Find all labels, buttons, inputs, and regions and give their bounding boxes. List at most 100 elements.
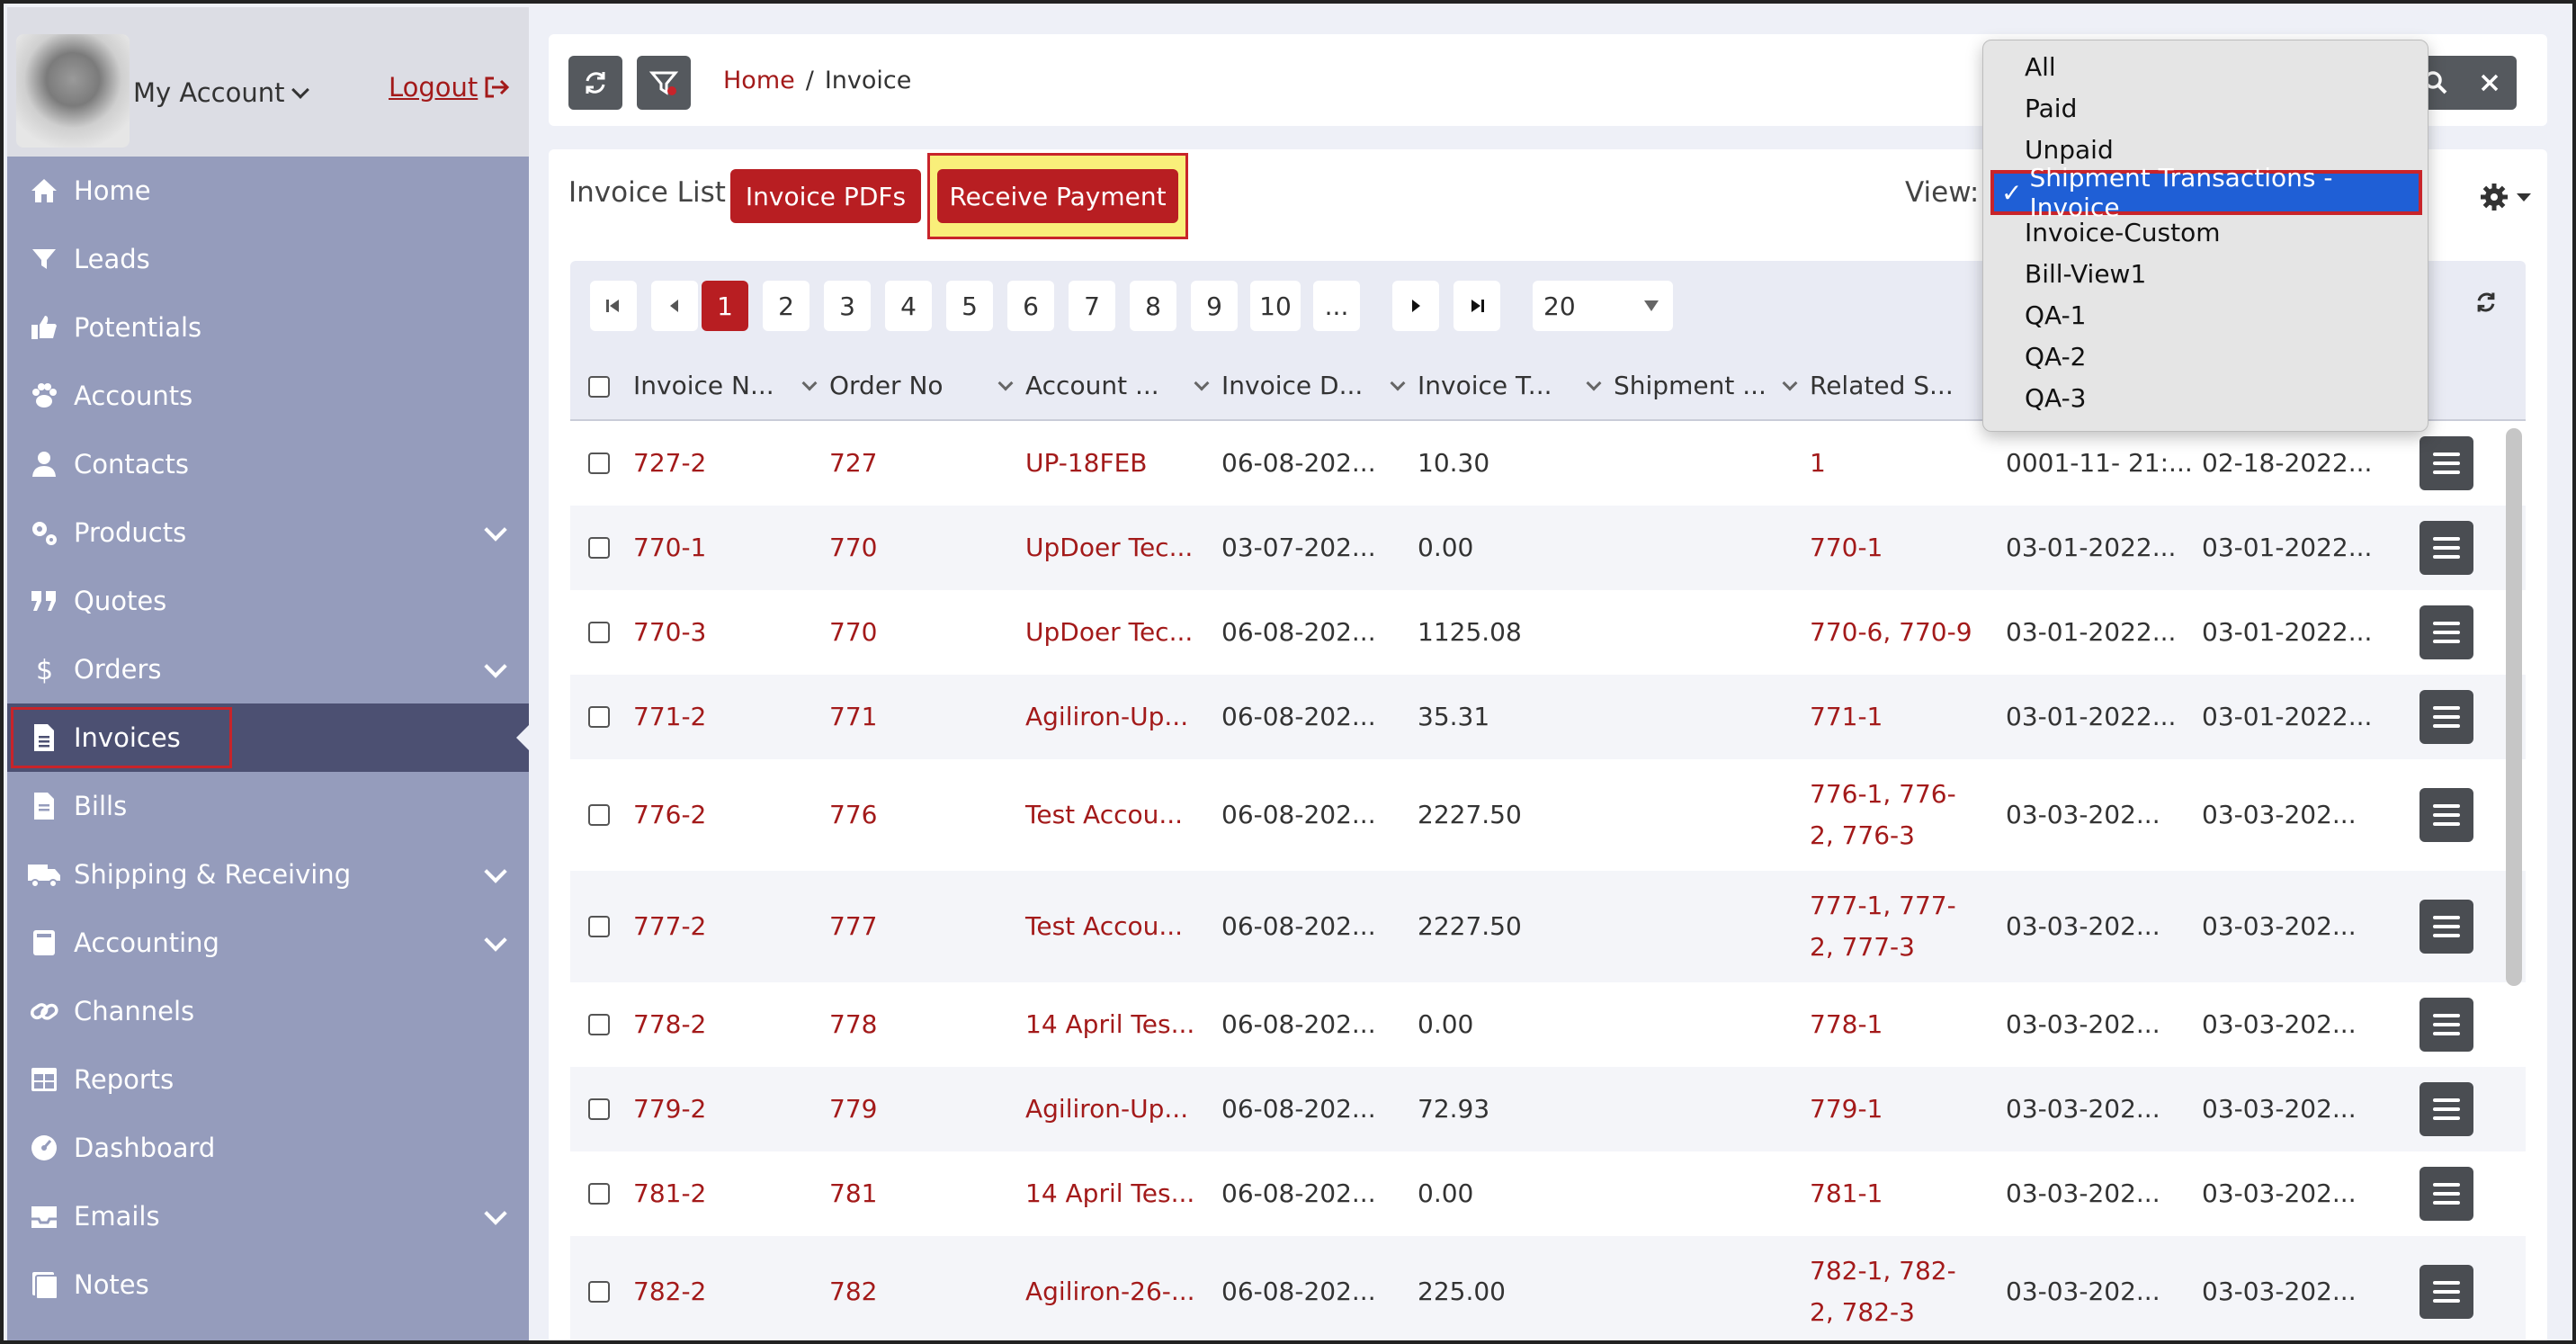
account-link[interactable]: Agiliron-26-... — [1025, 1271, 1195, 1313]
row-actions-button[interactable] — [2419, 690, 2473, 744]
next-page-button[interactable] — [1392, 281, 1439, 331]
view-option-qa-3[interactable]: QA-3 — [2025, 379, 2087, 418]
order-number-link[interactable]: 770 — [829, 527, 877, 569]
related-shipment-link[interactable]: 782-1, 782- — [1810, 1250, 1956, 1292]
row-checkbox[interactable] — [588, 537, 610, 559]
related-shipment-link[interactable]: 778-1 — [1810, 1004, 1883, 1045]
row-checkbox[interactable] — [588, 1014, 610, 1035]
row-checkbox[interactable] — [588, 622, 610, 643]
sidebar-item-quotes[interactable]: Quotes — [7, 567, 529, 635]
sidebar-item-reports[interactable]: Reports — [7, 1045, 529, 1114]
view-option-qa-1[interactable]: QA-1 — [2025, 296, 2087, 336]
row-checkbox[interactable] — [588, 1098, 610, 1120]
order-number-link[interactable]: 777 — [829, 906, 877, 947]
my-account-menu[interactable]: My Account — [133, 77, 309, 108]
invoice-number-link[interactable]: 771-2 — [633, 696, 706, 738]
order-number-link[interactable]: 778 — [829, 1004, 877, 1045]
filter-button[interactable] — [637, 56, 691, 110]
page-8-button[interactable]: 8 — [1130, 281, 1176, 331]
invoice-pdfs-button[interactable]: Invoice PDFs — [730, 169, 921, 223]
view-option-qa-2[interactable]: QA-2 — [2025, 337, 2087, 377]
page-2-button[interactable]: 2 — [763, 281, 809, 331]
page-10-button[interactable]: 10 — [1250, 281, 1301, 331]
page-size-select[interactable]: 20 — [1533, 281, 1673, 331]
account-link[interactable]: UpDoer Tec... — [1025, 612, 1193, 653]
related-shipment-link[interactable]: 2, 777-3 — [1810, 927, 1915, 968]
column-header-invoice-total[interactable]: Invoice T... — [1418, 371, 1602, 400]
sidebar-item-notes[interactable]: Notes — [7, 1250, 529, 1319]
invoice-number-link[interactable]: 777-2 — [633, 906, 706, 947]
column-header-invoice-date[interactable]: Invoice D... — [1221, 371, 1406, 400]
view-option-all[interactable]: All — [2025, 48, 2056, 87]
row-checkbox[interactable] — [588, 804, 610, 826]
order-number-link[interactable]: 781 — [829, 1173, 877, 1214]
row-actions-button[interactable] — [2419, 521, 2473, 575]
sidebar-item-emails[interactable]: Emails — [7, 1182, 529, 1250]
view-option-selected[interactable]: ✓ Shipment Transactions - Invoice — [1990, 163, 2422, 222]
account-link[interactable]: 14 April Tes... — [1025, 1004, 1194, 1045]
row-checkbox[interactable] — [588, 1183, 610, 1205]
row-actions-button[interactable] — [2419, 1265, 2473, 1319]
last-page-button[interactable] — [1453, 281, 1500, 331]
table-scrollbar[interactable] — [2506, 428, 2522, 986]
page-1-button[interactable]: 1 — [702, 281, 748, 331]
account-link[interactable]: Agiliron-Up... — [1025, 696, 1188, 738]
sidebar-item-potentials[interactable]: Potentials — [7, 293, 529, 362]
column-header-shipment[interactable]: Shipment ... — [1614, 371, 1798, 400]
page-6-button[interactable]: 6 — [1007, 281, 1054, 331]
related-shipment-link[interactable]: 777-1, 777- — [1810, 885, 1956, 927]
invoice-number-link[interactable]: 778-2 — [633, 1004, 706, 1045]
related-shipment-link[interactable]: 770-6, 770-9 — [1810, 612, 1972, 653]
related-shipment-link[interactable]: 770-1 — [1810, 527, 1883, 569]
view-option-paid[interactable]: Paid — [2025, 89, 2077, 129]
invoice-number-link[interactable]: 770-1 — [633, 527, 706, 569]
page-5-button[interactable]: 5 — [946, 281, 993, 331]
sidebar-item-channels[interactable]: Channels — [7, 977, 529, 1045]
column-header-account[interactable]: Account ... — [1025, 371, 1210, 400]
avatar[interactable] — [16, 34, 130, 148]
account-link[interactable]: UpDoer Tec... — [1025, 527, 1193, 569]
order-number-link[interactable]: 771 — [829, 696, 877, 738]
column-header-invoice-no[interactable]: Invoice N... — [633, 371, 818, 400]
row-actions-button[interactable] — [2419, 1082, 2473, 1136]
account-link[interactable]: Agiliron-Up... — [1025, 1089, 1188, 1130]
select-all-checkbox[interactable] — [588, 376, 610, 398]
sidebar-item-shipping-receiving[interactable]: Shipping & Receiving — [7, 840, 529, 909]
invoice-number-link[interactable]: 776-2 — [633, 794, 706, 836]
column-header-order-no[interactable]: Order No — [829, 371, 1014, 400]
view-option-invoice-custom[interactable]: Invoice-Custom — [2025, 213, 2220, 253]
refresh-button[interactable] — [568, 56, 622, 110]
row-actions-button[interactable] — [2419, 436, 2473, 490]
order-number-link[interactable]: 727 — [829, 443, 877, 484]
related-shipment-link[interactable]: 1 — [1810, 443, 1826, 484]
row-checkbox[interactable] — [588, 452, 610, 474]
page-3-button[interactable]: 3 — [824, 281, 871, 331]
receive-payment-button[interactable]: Receive Payment — [937, 169, 1178, 223]
sidebar-item-accounts[interactable]: Accounts — [7, 362, 529, 430]
invoice-number-link[interactable]: 781-2 — [633, 1173, 706, 1214]
related-shipment-link[interactable]: 781-1 — [1810, 1173, 1883, 1214]
related-shipment-link[interactable]: 771-1 — [1810, 696, 1883, 738]
clear-search-button[interactable] — [2463, 56, 2517, 110]
logout-link[interactable]: Logout — [389, 72, 510, 103]
related-shipment-link[interactable]: 779-1 — [1810, 1089, 1883, 1130]
table-refresh-button[interactable] — [2473, 290, 2499, 318]
invoice-number-link[interactable]: 727-2 — [633, 443, 706, 484]
invoice-number-link[interactable]: 779-2 — [633, 1089, 706, 1130]
row-actions-button[interactable] — [2419, 788, 2473, 842]
row-checkbox[interactable] — [588, 916, 610, 937]
row-actions-button[interactable] — [2419, 900, 2473, 954]
page-9-button[interactable]: 9 — [1191, 281, 1238, 331]
order-number-link[interactable]: 782 — [829, 1271, 877, 1313]
row-checkbox[interactable] — [588, 706, 610, 728]
account-link[interactable]: Test Accou... — [1025, 906, 1183, 947]
page-ellipsis[interactable]: ... — [1313, 281, 1360, 331]
row-actions-button[interactable] — [2419, 1167, 2473, 1221]
column-header-related-shipments[interactable]: Related S... — [1810, 371, 1990, 400]
prev-page-button[interactable] — [651, 281, 698, 331]
sidebar-item-bills[interactable]: Bills — [7, 772, 529, 840]
row-actions-button[interactable] — [2419, 605, 2473, 659]
sidebar-item-leads[interactable]: Leads — [7, 225, 529, 293]
order-number-link[interactable]: 776 — [829, 794, 877, 836]
breadcrumb-home[interactable]: Home — [723, 67, 795, 94]
